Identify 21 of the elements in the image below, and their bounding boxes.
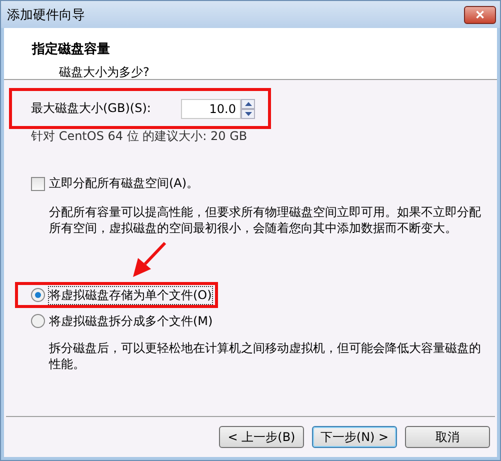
page-title: 指定磁盘容量 bbox=[32, 40, 111, 58]
size-input[interactable]: 10.0 bbox=[181, 98, 241, 118]
allocate-label[interactable]: 立即分配所有磁盘空间(A)。 bbox=[49, 175, 199, 192]
spin-up-button[interactable] bbox=[241, 98, 255, 108]
allocate-checkbox[interactable] bbox=[31, 176, 45, 190]
allocate-description: 分配所有容量可以提高性能，但要求所有物理磁盘空间立即可用。如果不立即分配所有空间，虚拟磁盘的空间最初很小，会随着您向其中添加数据而不断变大。 bbox=[49, 204, 482, 236]
wizard-button[interactable]: 下一步(N) > bbox=[312, 426, 397, 448]
radio-button[interactable] bbox=[31, 288, 45, 302]
storage-option-label[interactable]: 将虚拟磁盘拆分成多个文件(M) bbox=[49, 312, 213, 330]
wizard-button[interactable]: < 上一步(B) bbox=[219, 426, 304, 448]
window-title: 添加硬件向导 bbox=[7, 6, 85, 24]
radio-button[interactable] bbox=[31, 314, 45, 328]
down-triangle-icon bbox=[244, 112, 252, 116]
storage-option-label[interactable]: 将虚拟磁盘存储为单个文件(O) bbox=[49, 286, 212, 304]
page-subtitle: 磁盘大小为多少? bbox=[59, 64, 150, 81]
size-hint: 针对 CentOS 64 位 的建议大小: 20 GB bbox=[31, 128, 248, 145]
spin-down-button[interactable] bbox=[241, 108, 255, 118]
split-description: 拆分磁盘后，可以更轻松地在计算机之间移动虚拟机，但可能会降低大容量磁盘的性能。 bbox=[49, 340, 482, 372]
up-triangle-icon bbox=[244, 102, 252, 106]
size-label: 最大磁盘大小(GB)(S): bbox=[31, 100, 151, 117]
wizard-button[interactable]: 取消 bbox=[405, 426, 490, 448]
